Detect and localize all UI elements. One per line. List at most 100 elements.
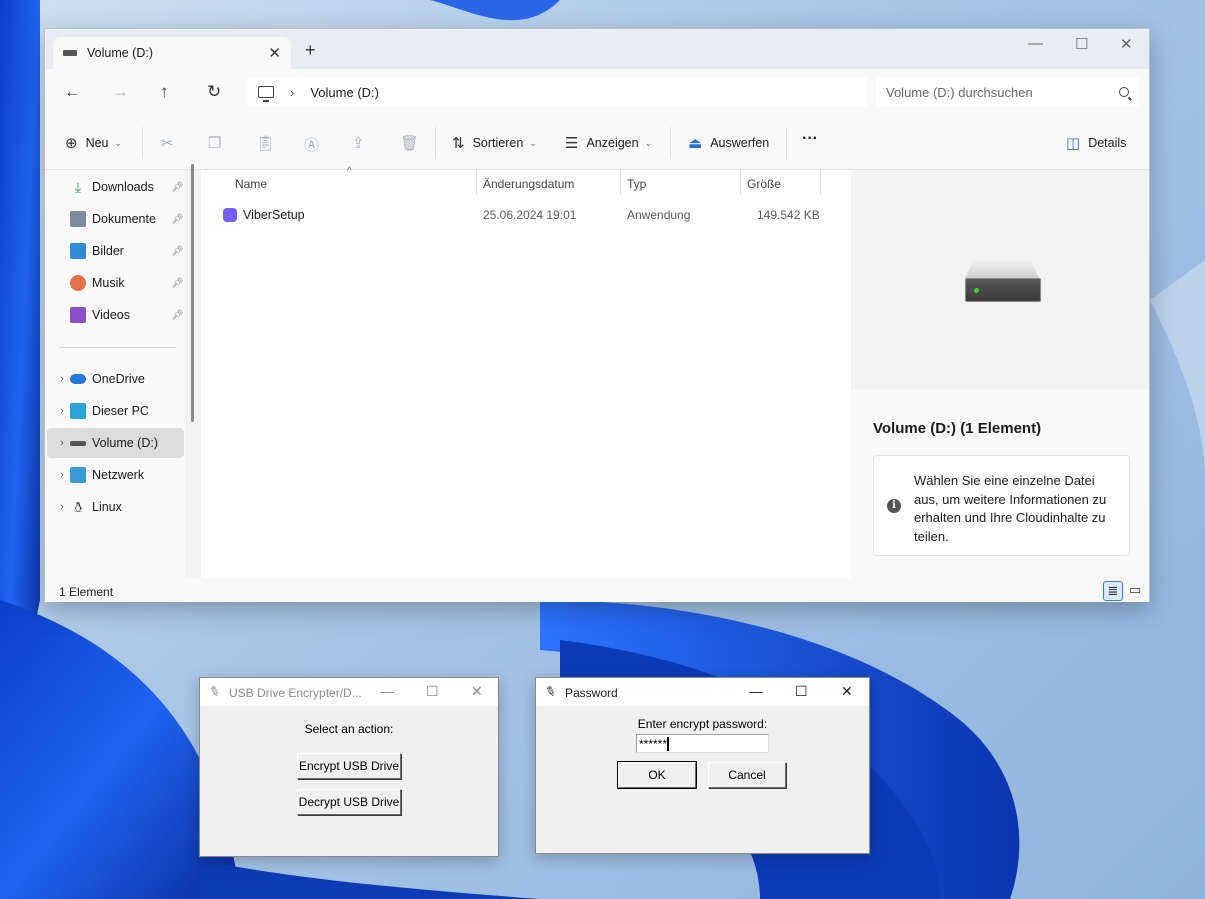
column-header-size[interactable]: Größe <box>747 177 781 191</box>
viber-app-icon <box>223 208 237 222</box>
cancel-button[interactable]: Cancel <box>708 762 786 788</box>
sidebar-item-downloads[interactable]: ⤓ Downloads 📌︎ <box>47 172 184 202</box>
search-box[interactable] <box>876 77 1139 107</box>
sidebar-scrollbar[interactable] <box>191 164 194 422</box>
tiles-view-button[interactable]: ▭ <box>1125 581 1145 601</box>
onedrive-icon <box>70 374 86 384</box>
breadcrumb-volume-d[interactable]: Volume (D:) <box>310 85 379 100</box>
music-icon <box>70 275 86 291</box>
sidebar-item-label: OneDrive <box>92 372 145 386</box>
sidebar-item-pictures[interactable]: Bilder 📌︎ <box>47 236 184 266</box>
address-bar[interactable]: › Volume (D:) <box>246 77 867 107</box>
chevron-right-icon[interactable]: › <box>54 501 70 513</box>
copy-icon: ❐ <box>208 135 222 152</box>
cut-icon: ✂ <box>161 135 174 152</box>
column-header-modified[interactable]: Änderungsdatum <box>483 177 574 191</box>
download-icon: ⤓ <box>74 179 82 195</box>
chevron-right-icon[interactable]: › <box>54 437 70 449</box>
new-tab-button[interactable]: + <box>305 40 316 61</box>
details-label: Details <box>1088 136 1127 150</box>
sidebar-divider <box>59 347 176 348</box>
table-row[interactable]: ViberSetup 25.06.2024 19:01 Anwendung 14… <box>221 202 821 226</box>
minimize-button[interactable]: — <box>749 683 763 699</box>
trash-icon: 🗑︎ <box>400 135 420 152</box>
forward-button[interactable]: → <box>112 82 129 102</box>
item-count: 1 Element <box>59 585 114 599</box>
sidebar-item-label: Downloads <box>92 180 154 194</box>
view-button[interactable]: ☰ Anzeigen ⌄ <box>565 134 652 152</box>
column-divider[interactable] <box>620 170 621 195</box>
sort-label: Sortieren <box>472 136 524 150</box>
sort-icon: ⇅ <box>452 135 465 152</box>
linux-icon: 🐧︎ <box>73 499 83 515</box>
file-type: Anwendung <box>627 208 691 222</box>
maximize-button[interactable]: ☐ <box>426 683 439 700</box>
search-input[interactable] <box>886 84 1119 100</box>
minimize-button[interactable]: — <box>1028 35 1043 52</box>
share-icon: ⇪ <box>352 135 365 152</box>
close-button[interactable]: ✕ <box>841 683 853 700</box>
decrypt-usb-button[interactable]: Decrypt USB Drive <box>297 789 401 815</box>
ok-button[interactable]: OK <box>617 761 697 789</box>
chevron-down-icon: ⌄ <box>114 137 123 148</box>
paste-button[interactable]: 📋︎ <box>256 134 283 152</box>
back-button[interactable]: ← <box>64 82 81 102</box>
chevron-right-icon[interactable]: › <box>54 405 70 417</box>
file-modified: 25.06.2024 19:01 <box>483 208 577 222</box>
sidebar-item-documents[interactable]: Dokumente 📌︎ <box>47 204 184 234</box>
pin-icon[interactable]: 📌︎ <box>171 182 184 193</box>
more-options-button[interactable]: ··· <box>802 130 818 148</box>
column-header-type[interactable]: Typ <box>627 177 646 191</box>
tab-volume-d[interactable]: Volume (D:) ✕ <box>53 37 291 69</box>
pictures-icon <box>70 243 86 259</box>
sort-button[interactable]: ⇅ Sortieren ⌄ <box>452 134 537 152</box>
password-field[interactable] <box>636 734 769 753</box>
tab-title: Volume (D:) <box>87 46 153 60</box>
close-button[interactable]: ✕ <box>471 683 483 700</box>
minimize-button[interactable]: — <box>380 683 394 699</box>
pin-icon[interactable]: 📌︎ <box>171 246 184 257</box>
column-divider[interactable] <box>476 170 477 195</box>
sidebar-item-volume-d[interactable]: › Volume (D:) <box>47 428 184 458</box>
maximize-button[interactable]: ☐ <box>1075 35 1088 53</box>
cut-button[interactable]: ✂ <box>161 134 182 152</box>
chevron-right-icon[interactable]: › <box>54 373 70 385</box>
drive-icon <box>63 50 77 56</box>
pc-icon <box>258 86 274 102</box>
close-tab-icon[interactable]: ✕ <box>268 44 281 62</box>
details-pane-button[interactable]: ◫ Details <box>1066 134 1126 152</box>
pin-icon[interactable]: 📌︎ <box>171 310 184 321</box>
rename-button[interactable]: Ⓐ <box>304 134 327 155</box>
file-list: ^ Name Änderungsdatum Typ Größe ViberSet… <box>201 166 851 578</box>
sidebar-item-onedrive[interactable]: › OneDrive <box>47 364 184 394</box>
details-view-button[interactable]: ≣ <box>1103 581 1123 601</box>
share-button[interactable]: ⇪ <box>352 134 373 152</box>
sidebar-item-network[interactable]: › Netzwerk <box>47 460 184 490</box>
new-button[interactable]: ⊕ Neu ⌄ <box>65 134 122 152</box>
column-divider[interactable] <box>820 170 821 195</box>
view-label: Anzeigen <box>586 136 639 150</box>
refresh-button[interactable]: ↻ <box>207 82 221 102</box>
network-icon <box>70 467 86 483</box>
sidebar-item-videos[interactable]: Videos 📌︎ <box>47 300 184 330</box>
maximize-button[interactable]: ☐ <box>795 683 808 700</box>
delete-button[interactable]: 🗑︎ <box>400 134 427 152</box>
file-name: ViberSetup <box>243 208 305 222</box>
eject-button[interactable]: ⏏ Auswerfen <box>688 134 769 152</box>
encrypt-usb-button[interactable]: Encrypt USB Drive <box>297 753 401 779</box>
sidebar-item-this-pc[interactable]: › Dieser PC <box>47 396 184 426</box>
up-button[interactable]: ↑ <box>160 82 169 102</box>
feather-icon: ✎ <box>206 682 223 701</box>
column-header-name[interactable]: Name <box>235 177 267 191</box>
pin-icon[interactable]: 📌︎ <box>171 278 184 289</box>
pin-icon[interactable]: 📌︎ <box>171 214 184 225</box>
column-divider[interactable] <box>740 170 741 195</box>
search-icon[interactable] <box>1119 87 1129 97</box>
copy-button[interactable]: ❐ <box>208 134 229 152</box>
close-window-button[interactable]: ✕ <box>1120 35 1133 53</box>
sidebar-item-music[interactable]: Musik 📌︎ <box>47 268 184 298</box>
sidebar-item-linux[interactable]: › 🐧︎ Linux <box>47 492 184 522</box>
documents-icon <box>70 211 86 227</box>
chevron-right-icon[interactable]: › <box>290 85 294 100</box>
chevron-right-icon[interactable]: › <box>54 469 70 481</box>
